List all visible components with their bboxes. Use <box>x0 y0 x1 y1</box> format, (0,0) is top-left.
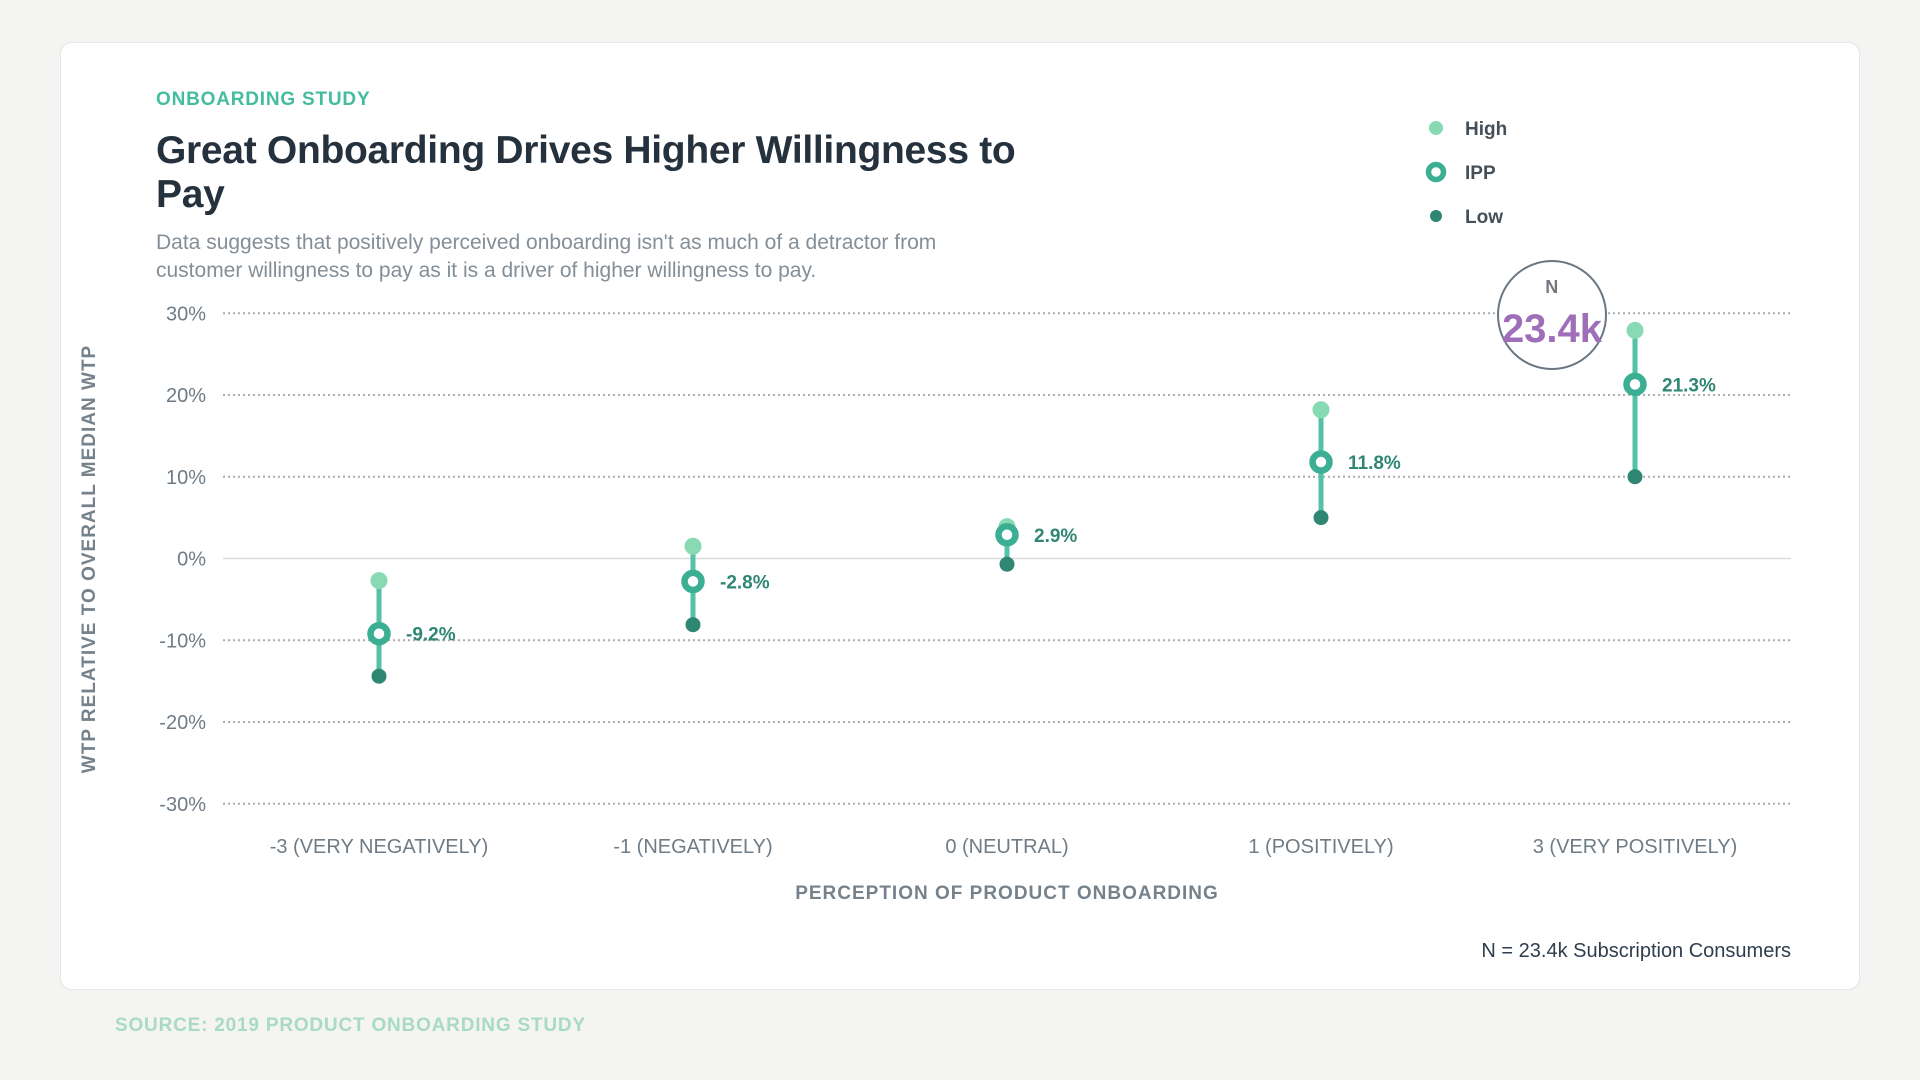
ytick-label--30: -30% <box>159 794 206 816</box>
point-label-1: -2.8% <box>720 572 770 593</box>
dot-low-2 <box>999 556 1015 572</box>
y-axis-title: WTP RELATIVE TO OVERALL MEDIAN WTP <box>79 345 100 773</box>
ring-ipp-3 <box>1309 450 1333 474</box>
legend-low-label: Low <box>1465 207 1503 228</box>
ytick-label-10: 10% <box>166 467 206 489</box>
legend-ipp-ring-icon <box>1425 161 1447 183</box>
ring-ipp-0 <box>367 621 391 646</box>
chart-card: ONBOARDING STUDY Great Onboarding Drives… <box>60 42 1860 990</box>
xtick-label-1: -1 (NEGATIVELY) <box>613 836 772 858</box>
ring-ipp-4 <box>1623 372 1647 397</box>
ytick-label--10: -10% <box>159 630 206 652</box>
ytick-label-30: 30% <box>166 303 206 325</box>
dot-low-1 <box>685 617 701 633</box>
legend-high-label: High <box>1465 119 1507 140</box>
x-axis-title: PERCEPTION OF PRODUCT ONBOARDING <box>795 883 1219 904</box>
xtick-label-2: 0 (NEUTRAL) <box>945 836 1068 858</box>
source-note: SOURCE: 2019 PRODUCT ONBOARDING STUDY <box>115 1015 586 1036</box>
ring-ipp-2 <box>995 523 1019 547</box>
xtick-label-0: -3 (VERY NEGATIVELY) <box>270 836 489 858</box>
chart-legend: High IPP Low <box>1425 119 1507 228</box>
legend-high-dot-icon <box>1429 121 1443 135</box>
xtick-label-3: 1 (POSITIVELY) <box>1248 836 1393 858</box>
n-annotation-badge: N 23.4k <box>1497 260 1607 370</box>
ytick-label-20: 20% <box>166 385 206 407</box>
dot-low-3 <box>1313 510 1329 526</box>
point-label-2: 2.9% <box>1034 526 1077 547</box>
ring-ipp-1 <box>681 569 705 594</box>
n-badge-label: N <box>1545 277 1559 297</box>
data-layer: -9.2% -3 (VERY NEGATIVELY) -2.8% -1 (NEGATI… <box>270 321 1738 858</box>
point-label-3: 11.8% <box>1348 453 1401 474</box>
dot-high-1 <box>684 537 702 555</box>
dot-high-3 <box>1312 401 1330 419</box>
xtick-label-4: 3 (VERY POSITIVELY) <box>1533 836 1738 858</box>
ytick-label-0: 0% <box>177 549 206 571</box>
dot-high-0 <box>370 572 388 590</box>
dot-high-4 <box>1626 321 1644 339</box>
sample-size-footnote: N = 23.4k Subscription Consumers <box>1481 940 1791 962</box>
wtp-dot-range-chart: 30% 20% 10% 0% -10% -20% -30% N 23.4k -9.2% -3 … <box>79 119 1791 962</box>
grid-layer: 30% 20% 10% 0% -10% -20% -30% <box>159 303 1791 816</box>
n-badge-value: 23.4k <box>1502 307 1603 351</box>
point-label-4: 21.3% <box>1662 375 1716 396</box>
dot-low-0 <box>371 668 387 684</box>
legend-ipp-label: IPP <box>1465 163 1496 184</box>
point-label-0: -9.2% <box>406 625 456 646</box>
legend-low-dot-icon <box>1430 210 1442 222</box>
ytick-label--20: -20% <box>159 712 206 734</box>
dot-low-4 <box>1627 469 1643 485</box>
